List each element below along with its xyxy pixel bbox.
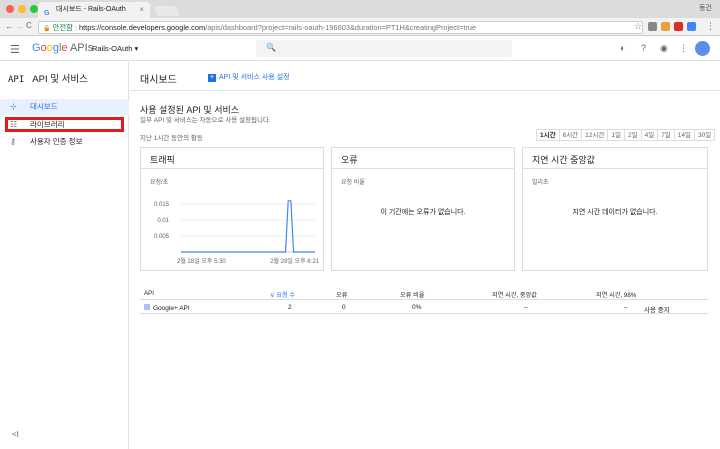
time-range-selector: 1시간 6시간 12시간 1일 2일 4일 7일 14일 30일 bbox=[536, 129, 716, 141]
url-path: /apis/dashboard?project=rails-oauth-1966… bbox=[205, 23, 477, 32]
disable-api-button[interactable]: 사용 중지 bbox=[644, 304, 670, 314]
sidebar-item-dashboard[interactable]: ⊹ 대시보드 bbox=[0, 99, 129, 115]
lock-icon: 🔒 bbox=[43, 26, 51, 32]
time-range-button[interactable]: 2일 bbox=[624, 129, 642, 141]
card-title: 오류 bbox=[341, 155, 358, 165]
sort-icon: ∨ bbox=[270, 292, 275, 299]
key-icon: ⚷ bbox=[10, 137, 16, 146]
url-host: https://console.developers.google.com bbox=[79, 23, 206, 32]
time-range-button[interactable]: 6시간 bbox=[559, 129, 583, 141]
left-nav: API API 및 서비스 ⊹ 대시보드 ☷ 라이브러리 ⚷ 사용자 인증 정보 … bbox=[0, 62, 129, 449]
secure-label: 🔒 안전함 bbox=[43, 23, 73, 32]
table-row: Google+ API 2 0 0% – – 사용 중지 bbox=[140, 300, 708, 314]
hamburger-menu-icon[interactable]: ☰ bbox=[10, 43, 20, 56]
column-header-latency-median[interactable]: 지연 시간, 중앙값 bbox=[492, 290, 537, 299]
time-range-button[interactable]: 1일 bbox=[608, 129, 625, 141]
console-header: ☰ Google APIs Rails-OAuth ▾ 🔍 ◐ ? ◉ ⋮ bbox=[0, 37, 720, 61]
api-name-link[interactable]: Google+ API bbox=[144, 304, 190, 312]
empty-message: 지연 시간 데이터가 없습니다. bbox=[572, 209, 658, 216]
column-header-error-ratio[interactable]: 오류 비율 bbox=[400, 290, 425, 299]
divider bbox=[523, 168, 707, 169]
extension-icon[interactable] bbox=[674, 22, 683, 31]
new-tab-button[interactable] bbox=[154, 6, 180, 16]
reload-icon[interactable]: C bbox=[26, 21, 32, 30]
time-range-button[interactable]: 7일 bbox=[658, 129, 675, 141]
search-input[interactable]: 🔍 bbox=[256, 40, 512, 57]
browser-user-name[interactable]: 동건 bbox=[699, 3, 712, 13]
highlight-box bbox=[5, 117, 124, 132]
error-ratio-value: 0% bbox=[412, 304, 422, 311]
sidebar-item-label: 대시보드 bbox=[30, 102, 58, 111]
sidebar-item-credentials[interactable]: ⚷ 사용자 인증 정보 bbox=[0, 134, 129, 150]
time-range-button[interactable]: 4일 bbox=[641, 129, 659, 141]
y-tick-label: 0.005 bbox=[154, 234, 170, 240]
column-header-api[interactable]: API bbox=[144, 290, 154, 297]
latency-median-value: – bbox=[524, 304, 528, 311]
extension-icon[interactable] bbox=[687, 22, 696, 31]
forward-icon[interactable]: → bbox=[15, 21, 24, 31]
latency-98-value: – bbox=[624, 304, 628, 311]
card-subtitle: 밀리초 bbox=[532, 180, 549, 186]
period-label: 지난 1시간 동안의 활동 bbox=[140, 135, 203, 142]
errors-card: 오류 요청 비율 이 기간에는 오류가 없습니다. bbox=[331, 147, 515, 271]
tab-title: 대시보드 - Rails-OAuth bbox=[56, 6, 126, 13]
nav-title: API API 및 서비스 bbox=[8, 74, 88, 85]
api-table: API ∨ 요청 수 오류 오류 비율 지연 시간, 중앙값 지연 시간, 98… bbox=[140, 286, 708, 314]
dashboard-icon: ⊹ bbox=[10, 102, 17, 111]
bookmark-star-icon[interactable]: ☆ bbox=[634, 21, 642, 32]
more-options-icon[interactable]: ⋮ bbox=[679, 43, 688, 54]
card-subtitle: 요청 비율 bbox=[341, 180, 365, 186]
time-range-button[interactable]: 1시간 bbox=[536, 129, 560, 141]
section-description: 일부 API 및 서비스는 자동으로 사용 설정됩니다. bbox=[140, 117, 271, 124]
add-icon: + bbox=[208, 74, 216, 82]
search-icon: 🔍 bbox=[266, 43, 276, 52]
table-header: API ∨ 요청 수 오류 오류 비율 지연 시간, 중앙값 지연 시간, 98… bbox=[140, 286, 708, 300]
time-range-button[interactable]: 14일 bbox=[674, 129, 696, 141]
x-tick-label: 2월 28일 오후 6:21 bbox=[270, 257, 319, 265]
y-tick-label: 0.015 bbox=[154, 202, 170, 208]
enable-apis-button[interactable]: + API 및 서비스 사용 설정 bbox=[208, 72, 290, 82]
extension-icon[interactable] bbox=[648, 22, 657, 31]
page-header: 대시보드 + API 및 서비스 사용 설정 bbox=[130, 62, 720, 91]
api-icon bbox=[144, 304, 150, 310]
url-input[interactable]: 🔒 안전함 | https://console.developers.googl… bbox=[38, 21, 643, 34]
x-tick-label: 2월 28일 오후 5:30 bbox=[177, 257, 226, 265]
help-icon[interactable]: ? bbox=[641, 43, 646, 53]
requests-value: 2 bbox=[288, 304, 292, 311]
time-range-button[interactable]: 12시간 bbox=[582, 129, 609, 141]
column-header-errors[interactable]: 오류 bbox=[336, 290, 347, 299]
collapse-nav-icon[interactable]: <I bbox=[12, 430, 19, 439]
tab-close-icon[interactable]: × bbox=[139, 2, 144, 18]
traffic-chart: 0.015 0.01 0.005 2월 28일 오후 5:30 2월 28일 오후 6:… bbox=[154, 200, 320, 265]
divider bbox=[332, 168, 514, 169]
browser-tab-bar: G 대시보드 - Rails-OAuth × 동건 bbox=[0, 0, 720, 18]
card-title: 지연 시간 중앙값 bbox=[532, 155, 595, 165]
browser-tab[interactable]: G 대시보드 - Rails-OAuth × bbox=[38, 2, 150, 18]
activity-icon[interactable]: ◐ bbox=[620, 43, 625, 53]
column-header-requests[interactable]: ∨ 요청 수 bbox=[270, 290, 295, 299]
api-badge-icon: API bbox=[8, 75, 25, 85]
minimize-window-button[interactable] bbox=[18, 5, 26, 13]
traffic-series-line bbox=[181, 200, 315, 253]
errors-value: 0 bbox=[342, 304, 346, 311]
traffic-card: 트래픽 요청/초 0.015 0.01 0.005 2월 28일 오후 5:30 2월 … bbox=[140, 147, 324, 271]
address-bar-row: ← → C 🔒 안전함 | https://console.developers… bbox=[0, 18, 720, 36]
sidebar-item-label: 사용자 인증 정보 bbox=[30, 137, 83, 146]
time-range-button[interactable]: 30일 bbox=[695, 129, 716, 141]
project-selector[interactable]: Rails-OAuth ▾ bbox=[92, 44, 138, 53]
close-window-button[interactable] bbox=[6, 5, 14, 13]
avatar[interactable] bbox=[695, 41, 710, 56]
empty-message: 이 기간에는 오류가 없습니다. bbox=[380, 209, 466, 216]
google-apis-logo[interactable]: Google APIs bbox=[32, 42, 93, 54]
y-tick-label: 0.01 bbox=[157, 218, 169, 224]
latency-card: 지연 시간 중앙값 밀리초 지연 시간 데이터가 없습니다. bbox=[522, 147, 708, 271]
notifications-icon[interactable]: ◉ bbox=[660, 43, 668, 54]
maximize-window-button[interactable] bbox=[30, 5, 38, 13]
browser-menu-icon[interactable]: ⋮ bbox=[706, 21, 715, 32]
column-header-latency-98[interactable]: 지연 시간, 98% bbox=[596, 290, 636, 299]
extension-icon[interactable] bbox=[661, 22, 670, 31]
back-icon[interactable]: ← bbox=[5, 21, 14, 31]
page-title: 대시보드 bbox=[140, 75, 177, 86]
